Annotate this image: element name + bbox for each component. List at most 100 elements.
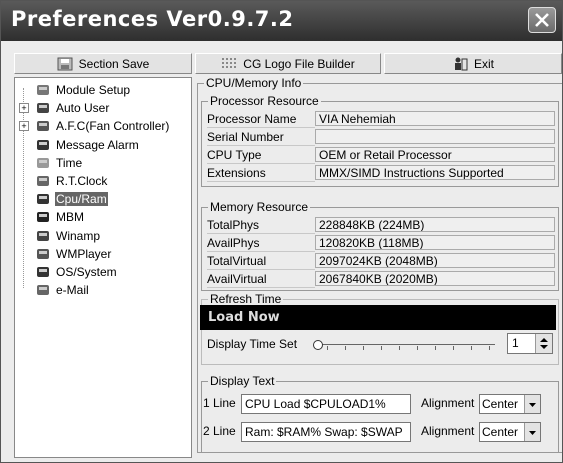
info-row: Serial Number <box>207 129 555 146</box>
lcd-preview: Load Now <box>200 305 556 330</box>
exit-button[interactable]: Exit <box>384 53 562 74</box>
info-row: AvailVirtual 2067840KB (2020MB) <box>207 271 555 288</box>
save-icon <box>57 57 73 70</box>
info-label: TotalPhys <box>207 217 315 234</box>
display-time-value: 1 <box>512 336 519 350</box>
line-label: 2 Line <box>203 424 236 438</box>
preferences-window: Preferences Ver0.9.7.2 Section Save CG L… <box>0 0 563 463</box>
winamp-icon <box>37 230 49 241</box>
message-alarm-icon <box>37 139 49 150</box>
display-text-input[interactable]: Ram: $RAM% Swap: $SWAP <box>241 422 411 442</box>
clock-icon <box>37 157 49 168</box>
tree-item-label: OS/System <box>56 265 117 279</box>
alignment-select[interactable]: Center <box>479 394 541 414</box>
info-value: 2097024KB (2048MB) <box>315 253 555 268</box>
slider-tick <box>327 346 328 350</box>
info-label: AvailVirtual <box>207 271 315 288</box>
info-row: CPU Type OEM or Retail Processor <box>207 147 555 164</box>
display-text-legend: Display Text <box>208 374 277 388</box>
title-bar[interactable]: Preferences Ver0.9.7.2 <box>1 1 562 41</box>
info-value: VIA Nehemiah <box>315 111 555 126</box>
slider-tick <box>471 346 472 350</box>
tree-item[interactable]: R.T.Clock <box>15 172 191 190</box>
info-label: Extensions <box>207 165 315 182</box>
toolbar: Section Save CG Logo File Builder Exit <box>1 53 562 75</box>
tree-item-label: MBM <box>56 210 84 225</box>
tree-item-label: Module Setup <box>56 83 131 97</box>
tree-item-label: Time <box>56 155 83 170</box>
spinner-buttons[interactable] <box>535 334 552 353</box>
fan-icon <box>37 121 49 132</box>
tree-item[interactable]: Winamp <box>15 227 191 245</box>
module-setup-icon <box>37 85 49 95</box>
slider-tick <box>345 346 346 350</box>
tree-item[interactable]: Message Alarm <box>15 136 191 154</box>
close-button[interactable] <box>528 7 556 33</box>
info-label: TotalVirtual <box>207 253 315 270</box>
spinner-arrows-icon <box>540 338 548 349</box>
email-icon <box>37 285 49 296</box>
info-label: AvailPhys <box>207 235 315 252</box>
info-row: AvailPhys 120820KB (118MB) <box>207 235 555 252</box>
slider-tick <box>381 346 382 350</box>
tree-item-label: e-Mail <box>56 283 89 298</box>
users-icon <box>37 103 49 114</box>
exit-label: Exit <box>473 56 494 71</box>
cg-logo-file-builder-button[interactable]: CG Logo File Builder <box>195 53 381 74</box>
rtclock-icon <box>37 176 49 186</box>
tree-item[interactable]: WMPlayer <box>15 245 191 263</box>
tree-item[interactable]: OS/System <box>15 263 191 281</box>
settings-panel: CPU/Memory Info Processor Resource Proce… <box>195 76 562 458</box>
display-time-slider[interactable] <box>313 337 499 353</box>
display-time-spinner[interactable]: 1 <box>507 333 553 354</box>
tree-item-label: Message Alarm <box>56 137 139 152</box>
tree-item-label: Winamp <box>56 228 101 243</box>
section-tree[interactable]: Module Setup + Auto User + A.F.C(Fan Control… <box>14 77 192 458</box>
info-label: Serial Number <box>207 129 315 146</box>
tree-item-label: Cpu/Ram <box>55 192 108 207</box>
info-value: 2067840KB (2020MB) <box>315 271 555 286</box>
info-value: 120820KB (118MB) <box>315 235 555 250</box>
info-value: OEM or Retail Processor <box>315 147 555 162</box>
slider-thumb[interactable] <box>313 340 323 350</box>
dropdown-button[interactable] <box>524 395 540 413</box>
alignment-label: Alignment <box>421 396 475 410</box>
dropdown-button[interactable] <box>524 423 540 441</box>
slider-tick <box>489 346 490 350</box>
display-time-label: Display Time Set <box>207 337 298 351</box>
tree-item[interactable]: Time <box>15 154 191 172</box>
tree-item-label: A.F.C(Fan Controller) <box>56 119 170 134</box>
display-text-input[interactable]: CPU Load $CPULOAD1% <box>241 394 411 414</box>
exit-icon <box>454 57 468 70</box>
slider-track <box>315 344 495 346</box>
tree-item[interactable]: Module Setup <box>15 81 191 99</box>
cg-logo-label: CG Logo File Builder <box>243 56 355 71</box>
processor-legend: Processor Resource <box>208 94 321 108</box>
tree-item[interactable]: e-Mail <box>15 281 191 299</box>
section-save-button[interactable]: Section Save <box>14 53 192 74</box>
expand-icon[interactable]: + <box>19 121 29 132</box>
tree-item[interactable]: + A.F.C(Fan Controller) <box>15 117 191 135</box>
info-row: TotalPhys 228848KB (224MB) <box>207 217 555 234</box>
chevron-down-icon <box>529 403 536 407</box>
tree-item[interactable]: Cpu/Ram <box>15 190 191 208</box>
info-label: Processor Name <box>207 111 315 128</box>
slider-tick <box>399 346 400 350</box>
info-value: MMX/SIMD Instructions Supported <box>315 165 555 180</box>
grid-icon <box>222 57 237 68</box>
info-row: TotalVirtual 2097024KB (2048MB) <box>207 253 555 270</box>
slider-tick <box>435 346 436 350</box>
info-value: 228848KB (224MB) <box>315 217 555 232</box>
alignment-value: Center <box>482 425 519 439</box>
expand-icon[interactable]: + <box>19 103 29 114</box>
info-row: Processor Name VIA Nehemiah <box>207 111 555 128</box>
tree-item[interactable]: MBM <box>15 208 191 226</box>
line-label: 1 Line <box>203 396 236 410</box>
mbm-icon <box>37 212 49 223</box>
cpu-icon <box>37 194 49 205</box>
tree-item[interactable]: + Auto User <box>15 99 191 117</box>
chevron-down-icon <box>529 431 536 435</box>
info-row: Extensions MMX/SIMD Instructions Supporte… <box>207 165 555 182</box>
tree-item-label: WMPlayer <box>56 246 112 261</box>
alignment-select[interactable]: Center <box>479 422 541 442</box>
